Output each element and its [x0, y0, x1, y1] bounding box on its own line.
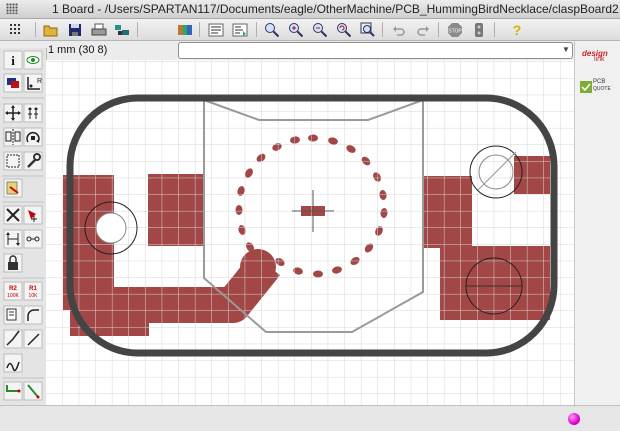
move-icon[interactable] — [3, 103, 23, 123]
optimize-icon[interactable] — [23, 329, 43, 349]
stop-icon[interactable]: STOP — [446, 21, 463, 38]
svg-text:100K: 100K — [7, 293, 19, 299]
svg-text:10K: 10K — [29, 293, 39, 299]
svg-text:i: i — [11, 53, 15, 68]
delete-icon[interactable] — [3, 205, 23, 225]
tool-palette: i R R2100K R110K ⌄ — [0, 48, 47, 413]
group-icon[interactable] — [3, 151, 23, 171]
pcb-label: PCB — [593, 79, 606, 85]
ripup-icon[interactable] — [23, 381, 43, 401]
toolbar-separator — [494, 22, 495, 37]
zoom-redraw-icon[interactable] — [335, 21, 352, 38]
svg-text:STOP: STOP — [448, 28, 462, 34]
library-icon[interactable] — [176, 21, 193, 38]
save-icon[interactable] — [66, 21, 83, 38]
cam-icon[interactable] — [113, 21, 130, 38]
quote-label: QUOTE — [593, 86, 611, 92]
redo-icon[interactable] — [414, 21, 431, 38]
toolbar-separator — [256, 22, 257, 37]
svg-text:R1: R1 — [29, 286, 37, 292]
help-icon[interactable]: ? — [508, 21, 525, 38]
coordinate-display: 1 mm (30 8) — [48, 44, 108, 56]
run-ulp-icon[interactable] — [231, 21, 248, 38]
toolbar-separator — [35, 22, 36, 37]
right-panel: design link PCB QUOTE — [574, 41, 620, 413]
copy-icon[interactable] — [23, 103, 43, 123]
window-grip-icon[interactable] — [6, 3, 18, 14]
toolbar-separator — [438, 22, 439, 37]
svg-text:R: R — [37, 78, 42, 85]
gateswap-icon[interactable] — [23, 229, 43, 249]
print-icon[interactable] — [90, 21, 107, 38]
svg-text:R2: R2 — [9, 286, 17, 292]
display-layers-icon[interactable] — [3, 73, 23, 93]
lock-icon[interactable] — [3, 253, 23, 273]
grid-icon[interactable] — [7, 21, 24, 38]
window-title: 1 Board - /Users/SPARTAN117/Documents/ea… — [52, 2, 620, 16]
board-canvas[interactable] — [46, 60, 574, 405]
design-link-logo[interactable]: design link — [582, 49, 618, 63]
wire-icon[interactable] — [3, 381, 23, 401]
zoom-area-icon[interactable] — [359, 21, 376, 38]
undo-icon[interactable] — [390, 21, 407, 38]
command-bar: 1 mm (30 8) ▼ — [0, 41, 620, 61]
mark-origin-icon[interactable]: R — [23, 73, 43, 93]
add-part-icon[interactable] — [23, 205, 43, 225]
route-icon[interactable] — [3, 353, 23, 373]
toolbar-separator — [199, 22, 200, 37]
name-tool-icon[interactable]: R2100K — [3, 281, 23, 301]
zoom-fit-icon[interactable] — [263, 21, 280, 38]
split-icon[interactable] — [3, 329, 23, 349]
status-indicator-icon — [568, 413, 580, 425]
title-bar: 1 Board - /Users/SPARTAN117/Documents/ea… — [0, 0, 620, 19]
mirror-icon[interactable] — [3, 127, 23, 147]
toolbar-separator — [137, 22, 138, 37]
main-toolbar: STOP ? — [0, 19, 620, 41]
value-tool-icon[interactable]: R110K — [23, 281, 43, 301]
smash-icon[interactable] — [3, 305, 23, 325]
paste-icon[interactable] — [3, 178, 23, 198]
miter-icon[interactable] — [23, 305, 43, 325]
pinswap-icon[interactable] — [3, 229, 23, 249]
script-icon[interactable] — [207, 21, 224, 38]
pcb-quote-icon — [580, 81, 592, 93]
rotate-icon[interactable] — [23, 127, 43, 147]
command-input[interactable]: ▼ — [178, 42, 573, 59]
toolbar-separator — [382, 22, 383, 37]
pcb-quote-button[interactable]: PCB QUOTE — [580, 79, 616, 95]
show-eye-icon[interactable] — [23, 50, 43, 70]
info-tool-icon[interactable]: i — [3, 50, 23, 70]
change-wrench-icon[interactable] — [23, 151, 43, 171]
open-icon[interactable] — [42, 21, 59, 38]
chevron-down-icon[interactable]: ▼ — [562, 46, 570, 54]
zoom-in-icon[interactable] — [287, 21, 304, 38]
svg-text:?: ? — [512, 22, 521, 38]
status-bar — [0, 405, 620, 431]
zoom-out-icon[interactable] — [311, 21, 328, 38]
go-icon[interactable] — [470, 21, 487, 38]
